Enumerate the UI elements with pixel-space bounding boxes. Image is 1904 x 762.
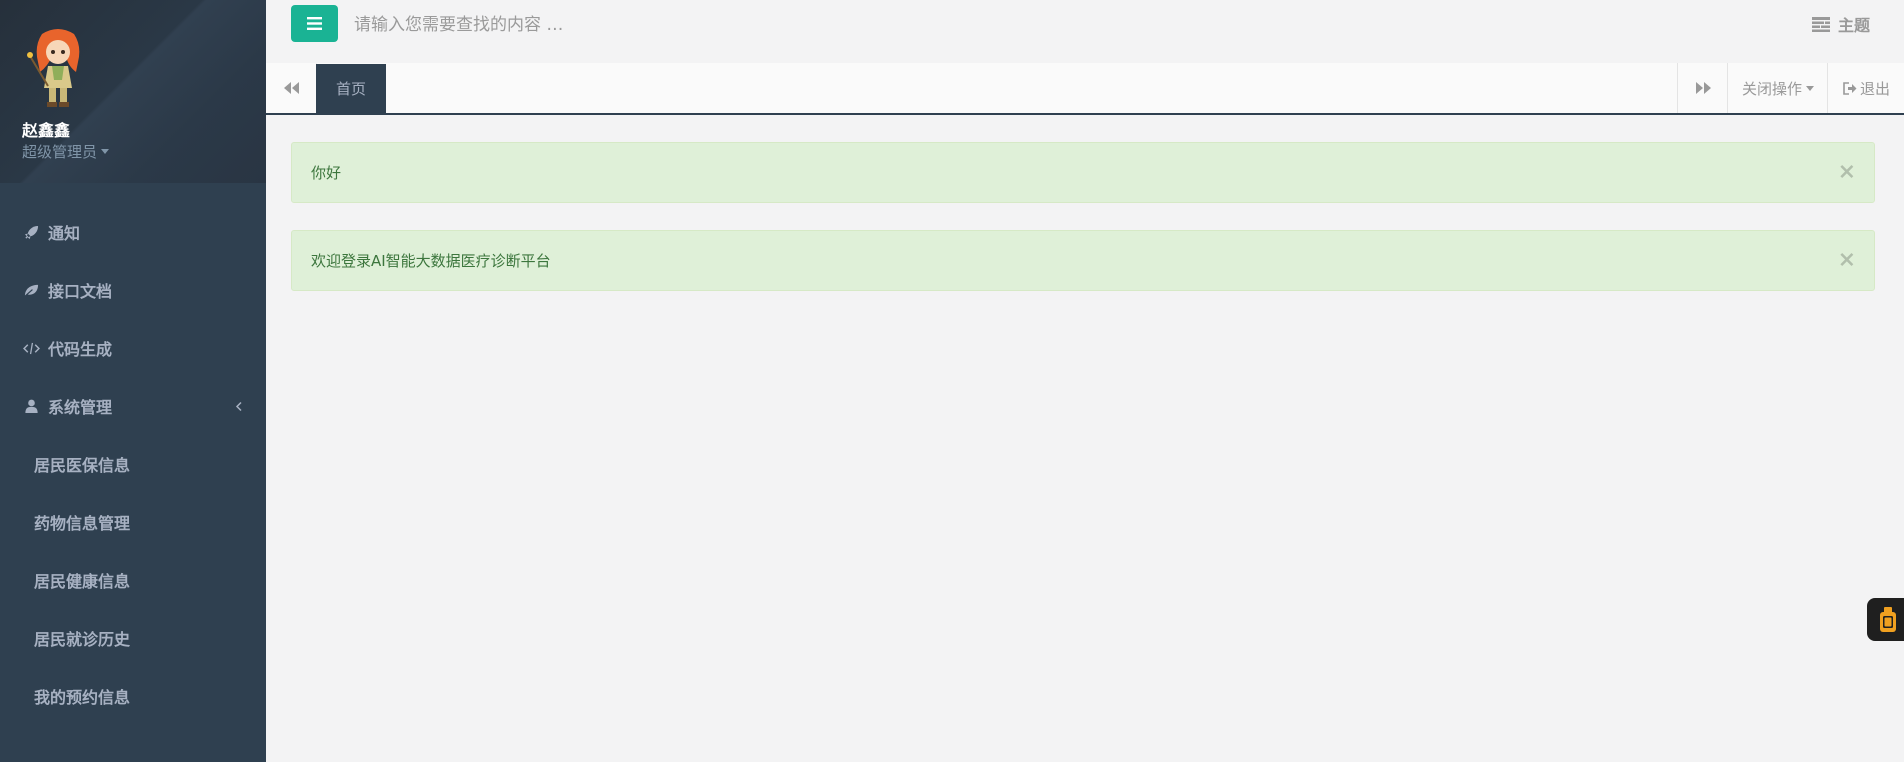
close-icon[interactable]: ×: [1838, 249, 1856, 271]
caret-down-icon: [101, 149, 110, 154]
theme-icon: [1811, 16, 1830, 32]
theme-button[interactable]: 主题: [1811, 12, 1870, 36]
alert-text: 欢迎登录AI智能大数据医疗诊断平台: [311, 252, 551, 270]
chevron-left-icon: [235, 397, 242, 416]
sidebar-item-label: 通知: [48, 224, 81, 243]
user-role-label: 超级管理员: [22, 143, 98, 161]
sidebar-subitem-label: 药物信息管理: [34, 514, 131, 533]
sidebar-item-system[interactable]: 系统管理: [0, 377, 266, 435]
sidebar-subitem-appointments[interactable]: 我的预约信息: [0, 667, 266, 725]
code-icon: [22, 339, 40, 357]
backward-icon: [283, 82, 299, 94]
tab-scroll-left-button[interactable]: [266, 63, 317, 113]
alert-welcome: 欢迎登录AI智能大数据医疗诊断平台 ×: [291, 230, 1875, 291]
sidebar-item-api-docs[interactable]: 接口文档: [0, 261, 266, 319]
avatar[interactable]: [22, 26, 94, 110]
theme-label: 主题: [1837, 16, 1870, 35]
sidebar-subitem-label: 居民健康信息: [34, 572, 131, 591]
logout-button[interactable]: 退出: [1827, 63, 1904, 113]
sidebar-subitem-label: 居民就诊历史: [34, 630, 131, 649]
sidebar-subitem-drugs[interactable]: 药物信息管理: [0, 493, 266, 551]
sidebar-subitem-label: 我的预约信息: [34, 688, 131, 707]
alert-text: 你好: [311, 164, 342, 182]
sidebar-item-notice[interactable]: 通知: [0, 203, 266, 261]
sidebar-subitem-health[interactable]: 居民健康信息: [0, 551, 266, 609]
leaf-icon: [22, 281, 40, 299]
sidebar: 赵鑫鑫 超级管理员 通知 接口文档 代码生成 系统管理 居民医保信息 药物信息管…: [0, 0, 266, 762]
alert-greeting: 你好 ×: [291, 142, 1875, 203]
close-operations-label: 关闭操作: [1741, 79, 1802, 98]
hamburger-icon: [307, 17, 322, 30]
tab-scroll-right-button[interactable]: [1677, 63, 1728, 113]
usb-drive-icon: [1880, 606, 1896, 632]
menu-toggle-button[interactable]: [291, 5, 338, 42]
close-icon[interactable]: ×: [1838, 161, 1856, 183]
forward-icon: [1695, 82, 1711, 94]
search-input[interactable]: [352, 6, 956, 44]
sidebar-item-label: 接口文档: [48, 282, 113, 301]
caret-down-icon: [1806, 85, 1814, 91]
profile-panel: 赵鑫鑫 超级管理员: [0, 0, 266, 183]
close-operations-dropdown[interactable]: 关闭操作: [1727, 63, 1828, 113]
user-icon: [22, 397, 40, 415]
top-header: 主题: [266, 0, 1904, 63]
sign-out-icon: [1843, 81, 1857, 95]
sidebar-item-label: 代码生成: [48, 340, 113, 359]
sidebar-subitem-insurance[interactable]: 居民医保信息: [0, 435, 266, 493]
sidebar-subitem-visits[interactable]: 居民就诊历史: [0, 609, 266, 667]
rocket-icon: [22, 223, 40, 241]
sidebar-item-label: 系统管理: [48, 398, 113, 417]
tab-home-label: 首页: [335, 80, 366, 98]
tab-home[interactable]: 首页: [316, 64, 386, 113]
sidebar-item-code-gen[interactable]: 代码生成: [0, 319, 266, 377]
sidebar-nav: 通知 接口文档 代码生成 系统管理 居民医保信息 药物信息管理 居民健康信息 居…: [0, 203, 266, 725]
user-name: 赵鑫鑫: [22, 121, 71, 140]
logout-label: 退出: [1859, 79, 1890, 98]
sidebar-subitem-label: 居民医保信息: [34, 456, 131, 475]
user-role-dropdown[interactable]: 超级管理员: [22, 141, 110, 162]
tab-bar: 首页 关闭操作 退出: [266, 63, 1904, 115]
floating-widget-button[interactable]: [1867, 598, 1904, 641]
